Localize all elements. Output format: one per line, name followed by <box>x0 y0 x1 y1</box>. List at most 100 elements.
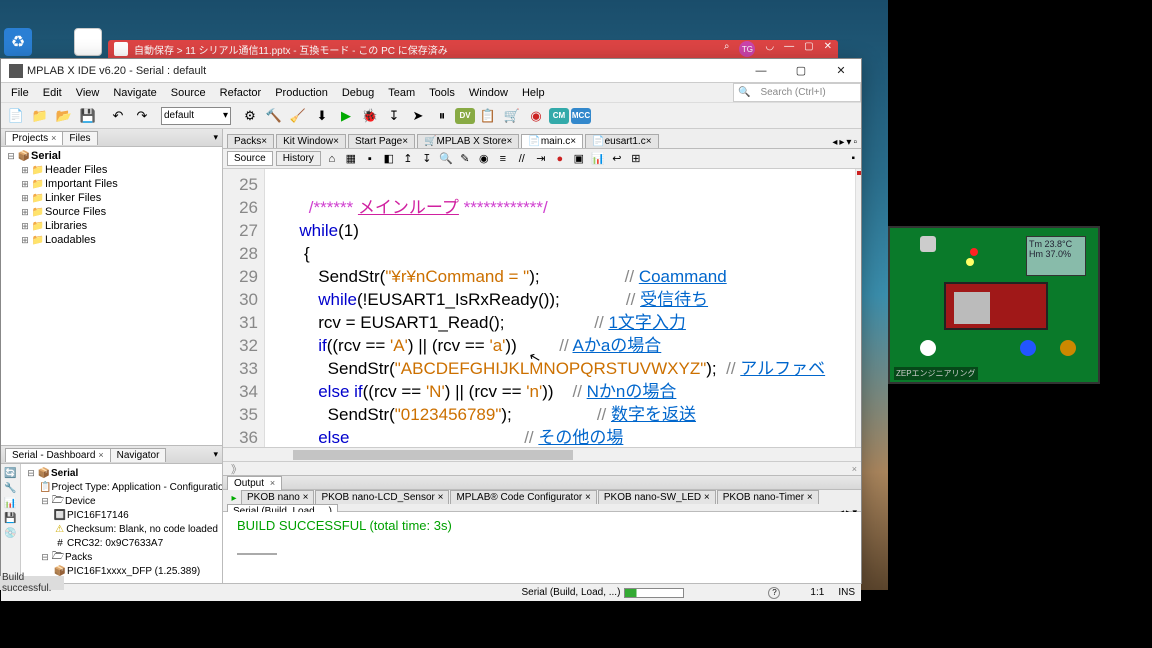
cart-icon[interactable]: 🛒 <box>501 105 523 127</box>
source-button[interactable]: Source <box>227 151 273 166</box>
program-icon[interactable]: ⬇ <box>311 105 333 127</box>
maximize-button[interactable]: ▢ <box>781 59 821 83</box>
ed-fmt-icon[interactable]: ≡ <box>495 151 511 167</box>
save-icon[interactable]: 💾 <box>77 105 99 127</box>
pc-icon[interactable]: ➤ <box>407 105 429 127</box>
run-icon[interactable]: ▶ <box>335 105 357 127</box>
search-box[interactable]: 🔍 Search (Ctrl+I) <box>733 83 861 102</box>
ed-up-icon[interactable]: ↥ <box>400 151 416 167</box>
new-project-icon[interactable]: 📁 <box>29 105 51 127</box>
ed-chart-icon[interactable]: 📊 <box>590 151 606 167</box>
dash-memory-icon[interactable]: 📊 <box>4 498 16 509</box>
undo-icon[interactable]: ↶ <box>107 105 129 127</box>
tab-projects[interactable]: Projects× <box>5 131 63 145</box>
debug-icon[interactable]: 🐞 <box>359 105 381 127</box>
menu-navigate[interactable]: Navigate <box>107 85 162 101</box>
ed-wrap-icon[interactable]: ↩ <box>609 151 625 167</box>
ppt-close[interactable]: ✕ <box>824 41 832 57</box>
projects-tree[interactable]: ⊟📦Serial ⊞📁Header Files ⊞📁Important File… <box>1 147 222 445</box>
menu-team[interactable]: Team <box>382 85 421 101</box>
tab-max-icon[interactable]: ▫ <box>853 137 857 148</box>
ppt-min[interactable]: ― <box>784 41 794 57</box>
menu-edit[interactable]: Edit <box>37 85 68 101</box>
menu-source[interactable]: Source <box>165 85 212 101</box>
ed-cmt-icon[interactable]: // <box>514 151 530 167</box>
cm-badge[interactable]: CM <box>549 108 569 124</box>
ppt-max[interactable]: ▢ <box>804 41 813 57</box>
m-icon[interactable]: ◉ <box>525 105 547 127</box>
menu-help[interactable]: Help <box>516 85 551 101</box>
open-icon[interactable]: 📂 <box>53 105 75 127</box>
tab-kit-window[interactable]: Kit Window × <box>276 134 346 148</box>
tab-main-c[interactable]: 📄 main.c × <box>521 134 583 148</box>
dash-chip-icon[interactable]: 💾 <box>4 513 16 524</box>
menu-refactor[interactable]: Refactor <box>214 85 268 101</box>
code-editor[interactable]: 252627282930313233343536 /****** メインループ … <box>223 169 861 447</box>
close-button[interactable]: ✕ <box>821 59 861 83</box>
outtab-timer[interactable]: PKOB nano-Timer × <box>717 490 819 504</box>
error-stripe[interactable] <box>855 169 861 447</box>
ed-fwd-icon[interactable]: ▦ <box>343 151 359 167</box>
redo-icon[interactable]: ↷ <box>131 105 153 127</box>
menu-window[interactable]: Window <box>463 85 514 101</box>
history-button[interactable]: History <box>276 151 321 166</box>
dash-wrench-icon[interactable]: 🔧 <box>4 483 16 494</box>
minimize-button[interactable]: ― <box>741 59 781 83</box>
pause-icon[interactable]: ⏸ <box>431 105 453 127</box>
ed-macro-icon[interactable]: ▣ <box>571 151 587 167</box>
tree-libraries[interactable]: Libraries <box>45 220 87 232</box>
tree-linker-files[interactable]: Linker Files <box>45 192 101 204</box>
status-info-icon[interactable]: ? <box>768 587 780 599</box>
ppt-search-icon[interactable]: ⌕ <box>724 41 730 57</box>
ed-bp-icon[interactable]: ◉ <box>476 151 492 167</box>
ppt-avatar[interactable]: TG <box>739 41 755 57</box>
dv-badge[interactable]: DV <box>455 108 475 124</box>
tab-files[interactable]: Files <box>62 131 97 145</box>
step-icon[interactable]: ↧ <box>383 105 405 127</box>
tab-packs[interactable]: Packs × <box>227 134 274 148</box>
bc-close-icon[interactable]: × <box>852 464 857 474</box>
tab-start-page[interactable]: Start Page × <box>348 134 415 148</box>
outtab-swled[interactable]: PKOB nano-SW_LED × <box>598 490 716 504</box>
tree-header-files[interactable]: Header Files <box>45 164 107 176</box>
ed-shift-icon[interactable]: ⇥ <box>533 151 549 167</box>
tab-list-icon[interactable]: ▾ <box>846 137 851 148</box>
dash-disk-icon[interactable]: 💿 <box>4 528 16 539</box>
tab-navigator[interactable]: Navigator <box>110 448 167 462</box>
clean-icon[interactable]: 🧹 <box>287 105 309 127</box>
settings-icon[interactable]: ⚙ <box>239 105 261 127</box>
tab-eusart1-c[interactable]: 📄 eusart1.c × <box>585 134 658 148</box>
config-combo[interactable]: default▾ <box>161 107 231 125</box>
dash-menu-icon[interactable]: ▾ <box>213 449 218 460</box>
menu-production[interactable]: Production <box>269 85 334 101</box>
recycle-bin-icon[interactable]: ♻ <box>4 28 32 56</box>
h-scrollbar[interactable] <box>223 447 861 461</box>
ed-grid-icon[interactable]: ⊞ <box>628 151 644 167</box>
tab-nav-left-icon[interactable]: ◂ <box>832 137 837 148</box>
build-icon[interactable]: 🔨 <box>263 105 285 127</box>
outtab-lcd[interactable]: PKOB nano-LCD_Sensor × <box>315 490 449 504</box>
panel-menu-icon[interactable]: ▾ <box>213 132 218 143</box>
tree-loadables[interactable]: Loadables <box>45 234 96 246</box>
outtab-pkob[interactable]: PKOB nano × <box>241 490 314 504</box>
out-run-icon[interactable]: ▸ <box>227 493 241 504</box>
dashboard-tree[interactable]: ⊟📦Serial 📋Project Type: Application - Co… <box>21 464 222 583</box>
code-body[interactable]: /****** メインループ ************/ while(1) { … <box>265 169 861 447</box>
shortcut-icon[interactable] <box>74 28 102 56</box>
ed-back-icon[interactable]: ⌂ <box>324 151 340 167</box>
menu-view[interactable]: View <box>70 85 106 101</box>
ed-down-icon[interactable]: ↧ <box>419 151 435 167</box>
tab-nav-right-icon[interactable]: ▸ <box>839 137 844 148</box>
doc-icon[interactable]: 📋 <box>477 105 499 127</box>
output-body[interactable]: BUILD SUCCESSFUL (total time: 3s) <box>223 512 861 583</box>
ed-find-icon[interactable]: 🔍 <box>438 151 454 167</box>
menu-file[interactable]: File <box>5 85 35 101</box>
ed-sel-icon[interactable]: ▪ <box>362 151 378 167</box>
tree-source-files[interactable]: Source Files <box>45 206 106 218</box>
ppt-ribbon-icon[interactable]: ◡ <box>765 41 774 57</box>
new-file-icon[interactable]: 📄 <box>5 105 27 127</box>
tab-mplab-store[interactable]: 🛒 MPLAB X Store × <box>417 134 519 148</box>
ed-mark-icon[interactable]: ✎ <box>457 151 473 167</box>
menu-tools[interactable]: Tools <box>423 85 461 101</box>
ed-menu-icon[interactable]: ▪ <box>851 153 855 164</box>
